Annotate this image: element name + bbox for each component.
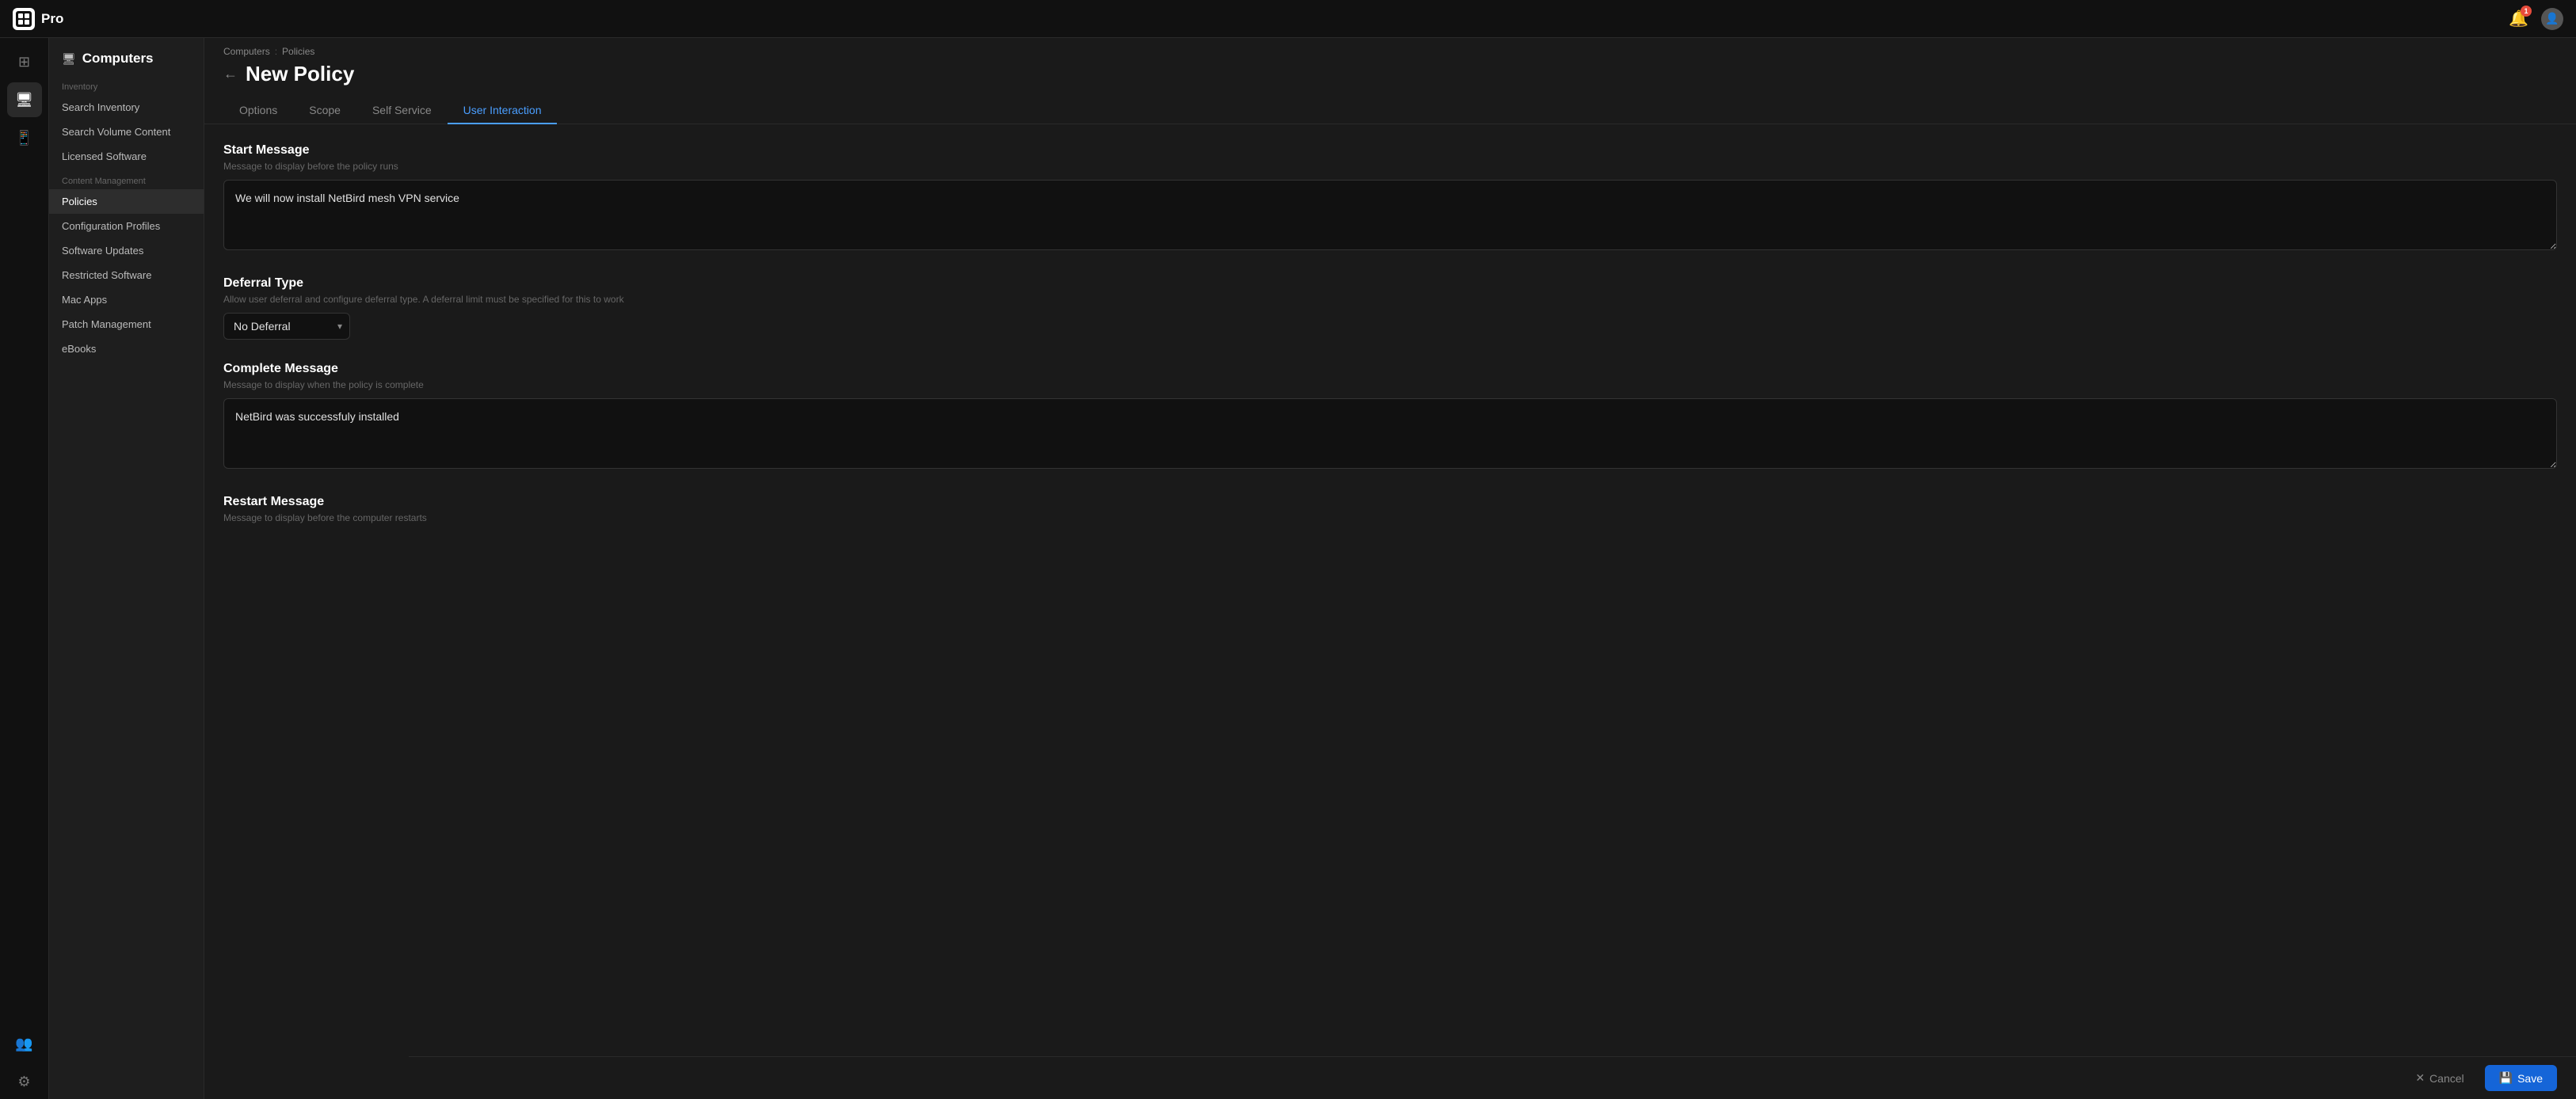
device-icon: 📱 — [15, 130, 32, 146]
sidebar-item-patch-management[interactable]: Patch Management — [49, 312, 204, 337]
breadcrumb: Computers : Policies — [204, 38, 2576, 57]
sidebar-computer-icon: 🖥 — [62, 52, 76, 66]
users-icon: 👥 — [15, 1036, 32, 1052]
sidebar-item-mac-apps[interactable]: Mac Apps — [49, 287, 204, 312]
rail-item-users[interactable]: 👥 — [7, 1026, 42, 1061]
sidebar-title: Computers — [82, 51, 154, 67]
deferral-type-title: Deferral Type — [223, 276, 2557, 291]
sidebar-item-software-updates[interactable]: Software Updates — [49, 238, 204, 263]
restart-message-desc: Message to display before the computer r… — [223, 512, 2557, 523]
inventory-section-label: Inventory — [49, 74, 204, 95]
app-title: Pro — [41, 11, 63, 27]
topnav-right: 🔔 1 👤 — [2509, 8, 2563, 30]
notifications-button[interactable]: 🔔 1 — [2509, 9, 2528, 29]
rail-item-computers[interactable]: 🖥 — [7, 82, 42, 117]
breadcrumb-parent[interactable]: Computers — [223, 46, 270, 57]
start-message-input[interactable] — [223, 180, 2557, 250]
breadcrumb-current[interactable]: Policies — [282, 46, 314, 57]
user-avatar[interactable]: 👤 — [2541, 8, 2563, 30]
tab-user-interaction[interactable]: User Interaction — [448, 97, 558, 124]
notification-badge: 1 — [2521, 6, 2532, 17]
sidebar-item-ebooks[interactable]: eBooks — [49, 337, 204, 361]
tab-self-service[interactable]: Self Service — [356, 97, 448, 124]
start-message-title: Start Message — [223, 143, 2557, 158]
rail-item-settings[interactable]: ⚙ — [7, 1064, 42, 1099]
computer-icon: 🖥 — [15, 92, 33, 108]
deferral-type-desc: Allow user deferral and configure deferr… — [223, 294, 2557, 305]
restart-message-title: Restart Message — [223, 495, 2557, 509]
sidebar: 🖥 Computers Inventory Search Inventory S… — [49, 38, 204, 1099]
dashboard-icon: ⊞ — [18, 54, 30, 70]
back-button[interactable]: ← — [223, 66, 238, 82]
sidebar-item-search-inventory[interactable]: Search Inventory — [49, 95, 204, 120]
sidebar-item-configuration-profiles[interactable]: Configuration Profiles — [49, 214, 204, 238]
user-icon: 👤 — [2545, 12, 2559, 25]
topnav: Pro 🔔 1 👤 — [0, 0, 2576, 38]
form-content: Start Message Message to display before … — [204, 124, 2576, 1099]
restart-message-section: Restart Message Message to display befor… — [223, 495, 2557, 523]
deferral-type-select[interactable]: No Deferral Until Date Until Logout — [223, 313, 350, 340]
sidebar-item-restricted-software[interactable]: Restricted Software — [49, 263, 204, 287]
complete-message-title: Complete Message — [223, 362, 2557, 376]
settings-icon: ⚙ — [17, 1074, 30, 1090]
action-bar: ✕ Cancel 💾 Save — [409, 1056, 2576, 1099]
cancel-button[interactable]: ✕ Cancel — [2403, 1065, 2476, 1091]
deferral-type-section: Deferral Type Allow user deferral and co… — [223, 276, 2557, 340]
tab-scope[interactable]: Scope — [293, 97, 356, 124]
complete-message-desc: Message to display when the policy is co… — [223, 379, 2557, 390]
sidebar-item-licensed-software[interactable]: Licensed Software — [49, 144, 204, 169]
rail-item-dashboard[interactable]: ⊞ — [7, 44, 42, 79]
save-button[interactable]: 💾 Save — [2485, 1065, 2557, 1091]
content-management-section-label: Content Management — [49, 169, 204, 189]
save-icon: 💾 — [2499, 1071, 2513, 1085]
tab-bar: Options Scope Self Service User Interact… — [204, 91, 2576, 124]
complete-message-section: Complete Message Message to display when… — [223, 362, 2557, 473]
main-layout: ⊞ 🖥 📱 👥 ⚙ 🖥 Computers Inventory Search I… — [0, 38, 2576, 1099]
deferral-select-wrapper: No Deferral Until Date Until Logout ▾ — [223, 313, 350, 340]
complete-message-input[interactable] — [223, 398, 2557, 469]
start-message-section: Start Message Message to display before … — [223, 143, 2557, 254]
icon-rail: ⊞ 🖥 📱 👥 ⚙ — [0, 38, 49, 1099]
start-message-desc: Message to display before the policy run… — [223, 161, 2557, 172]
cancel-icon: ✕ — [2415, 1071, 2425, 1085]
content-area: Computers : Policies ← New Policy Option… — [204, 38, 2576, 1099]
breadcrumb-separator: : — [275, 46, 277, 57]
app-logo[interactable] — [13, 8, 35, 30]
rail-item-devices[interactable]: 📱 — [7, 120, 42, 155]
tab-options[interactable]: Options — [223, 97, 293, 124]
page-title: New Policy — [246, 62, 354, 86]
sidebar-header: 🖥 Computers — [49, 38, 204, 74]
sidebar-item-search-volume-content[interactable]: Search Volume Content — [49, 120, 204, 144]
sidebar-item-policies[interactable]: Policies — [49, 189, 204, 214]
topnav-left: Pro — [13, 8, 63, 30]
page-title-row: ← New Policy — [204, 57, 2576, 86]
